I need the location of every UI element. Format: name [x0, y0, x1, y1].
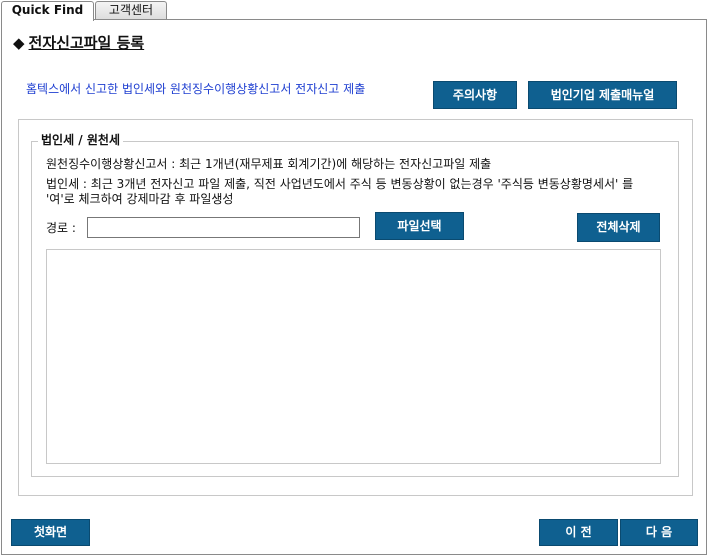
page-title: ◆ 전자신고파일 등록	[13, 32, 144, 53]
file-list[interactable]	[46, 249, 661, 464]
select-file-button[interactable]: 파일선택	[375, 212, 464, 240]
section-legend: 법인세 / 원천세	[38, 131, 123, 148]
path-label: 경로 :	[46, 221, 76, 235]
withholding-description: 원천징수이행상황신고서 : 최근 1개년(재무제표 회계기간)에 해당하는 전자…	[46, 157, 492, 171]
page-title-text: 전자신고파일 등록	[28, 34, 145, 52]
manual-button[interactable]: 법인기업 제출매뉴얼	[528, 81, 677, 109]
diamond-icon: ◆	[13, 34, 25, 52]
corporate-description: 법인세 : 최근 3개년 전자신고 파일 제출, 직전 사업년도에서 주식 등 …	[46, 177, 634, 206]
next-button[interactable]: 다 음	[620, 519, 698, 546]
tab-customer-center[interactable]: 고객센터	[95, 1, 167, 20]
delete-all-button[interactable]: 전체삭제	[577, 213, 660, 242]
tab-bar: Quick Find 고객센터	[0, 0, 709, 21]
caution-button[interactable]: 주의사항	[433, 81, 517, 109]
prev-button[interactable]: 이 전	[539, 519, 618, 546]
tab-quick-find[interactable]: Quick Find	[1, 1, 94, 21]
path-input[interactable]	[87, 217, 360, 238]
notice-text: 홈텍스에서 신고한 법인세와 원천징수이행상황신고서 전자신고 제출	[26, 82, 366, 96]
home-button[interactable]: 첫화면	[11, 519, 90, 546]
